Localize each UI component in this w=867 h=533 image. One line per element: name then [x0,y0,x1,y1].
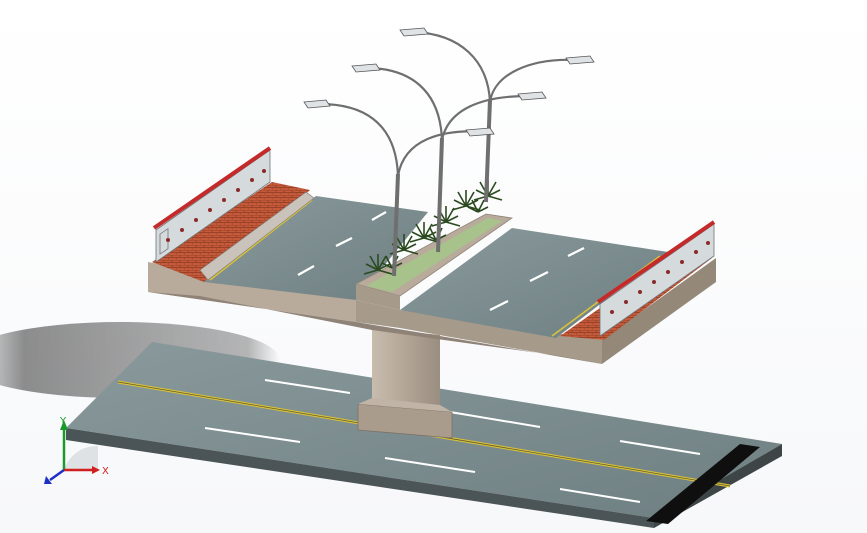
pillar-column [372,328,440,405]
overpass-model-scene[interactable]: X Y [0,0,867,533]
lamp-heads [303,27,595,137]
triad-x-label: X [102,466,109,477]
lamp-pole-1 [392,173,400,277]
cad-graphics-viewport[interactable]: X Y [0,0,867,533]
lamp-pole-2 [436,137,444,253]
lamp-pole-3 [484,99,492,203]
bridge-pillar [357,328,453,439]
triad-y-label: Y [59,416,67,427]
triad-z-axis [49,468,65,482]
